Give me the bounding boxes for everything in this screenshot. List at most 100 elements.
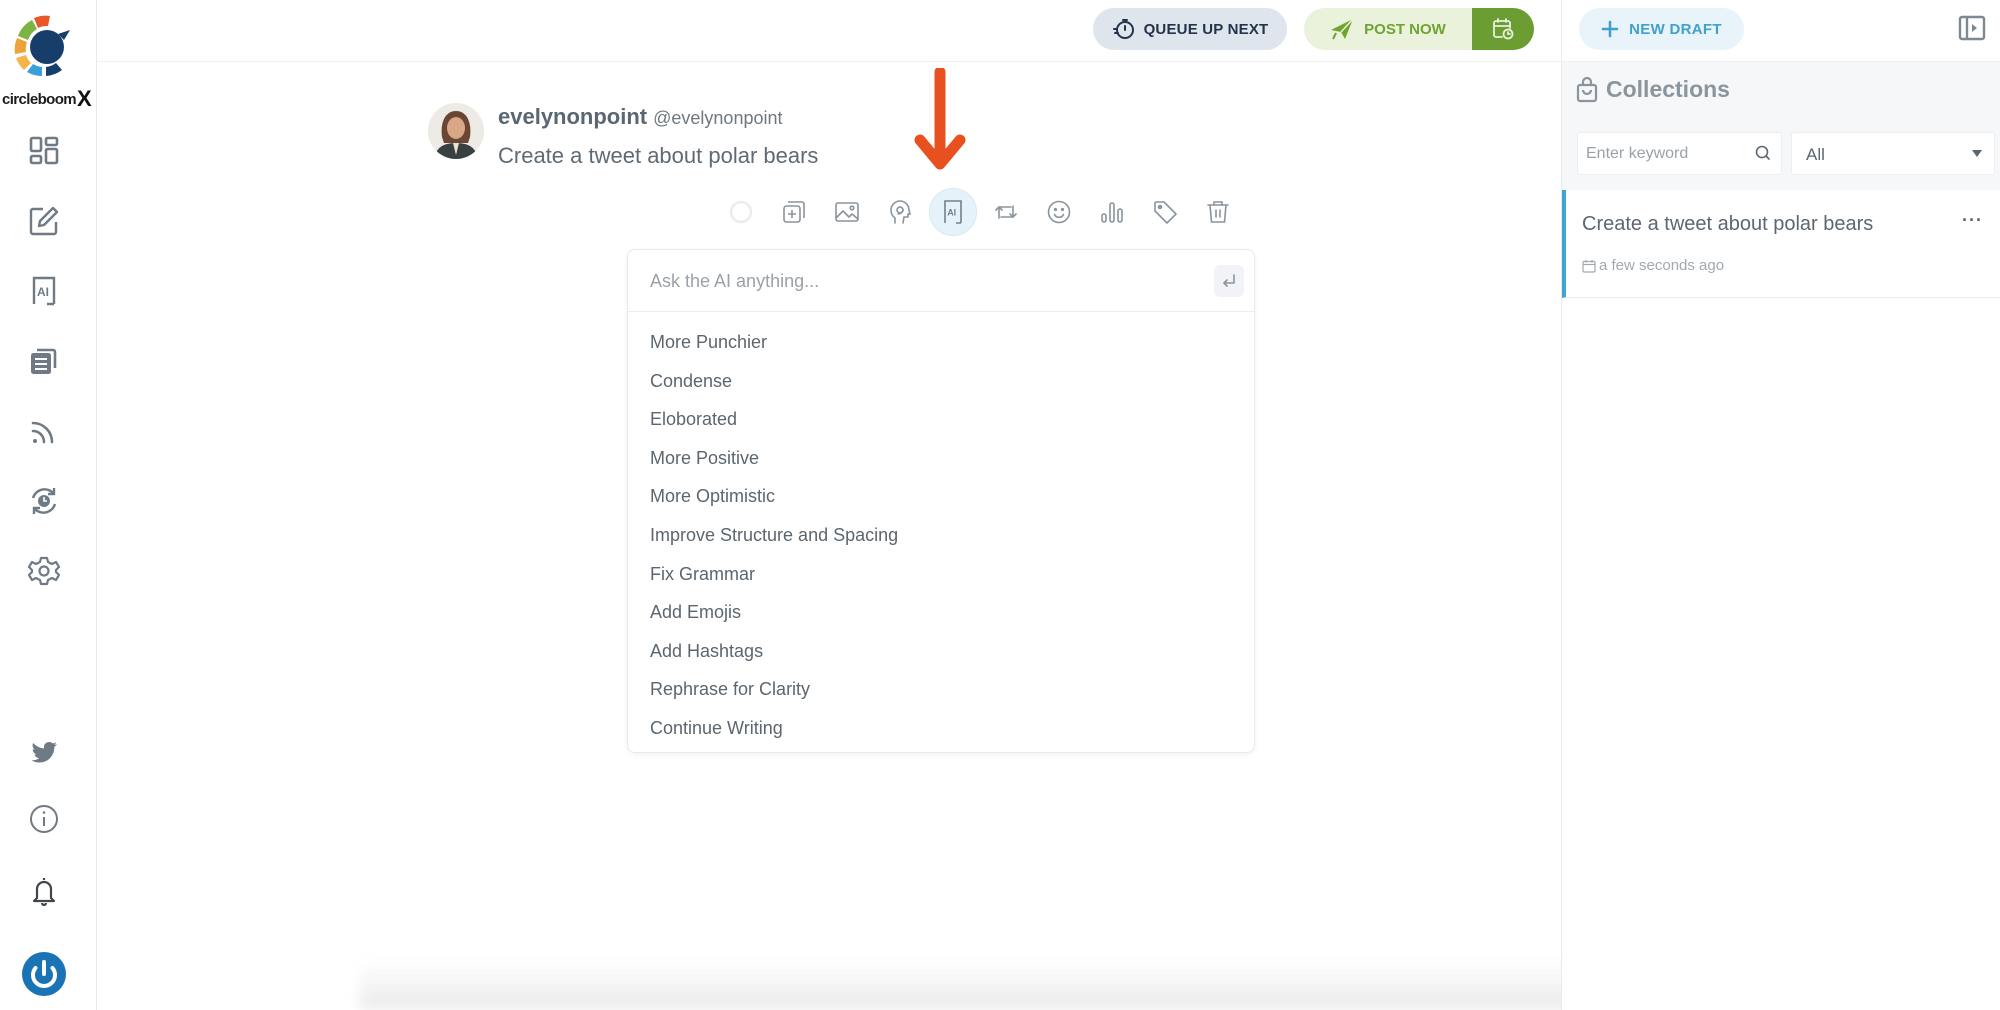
ai-assistant-panel: More Punchier Condense Eloborated More P… (627, 249, 1255, 753)
retweet-button[interactable] (979, 188, 1032, 236)
right-panel-header: NEW DRAFT (1562, 0, 2000, 62)
queue-up-next-label: QUEUE UP NEXT (1143, 20, 1269, 38)
red-arrow-annotation (914, 68, 966, 170)
add-image-button[interactable] (820, 188, 873, 236)
ai-option-continue-writing[interactable]: Continue Writing (628, 709, 1254, 748)
sidebar-item-notifications[interactable] (24, 871, 64, 911)
ai-option-add-hashtags[interactable]: Add Hashtags (628, 632, 1254, 671)
svg-text:AI: AI (947, 208, 956, 218)
ai-prompt-row (628, 250, 1254, 312)
clock-sync-icon (31, 488, 57, 514)
edit-icon (29, 206, 59, 236)
delete-button[interactable] (1191, 188, 1244, 236)
collapse-panel-button[interactable] (1958, 14, 1986, 47)
collections-header: Collections (1576, 76, 1730, 103)
tweet-text[interactable]: Create a tweet about polar bears (498, 143, 818, 169)
emoji-icon (1047, 200, 1070, 224)
keyword-search-field (1577, 132, 1782, 175)
draft-time-text: a few seconds ago (1599, 257, 1725, 274)
display-name-text: evelynonpoint (498, 104, 648, 129)
tag-icon (1153, 201, 1177, 224)
ai-option-fix-grammar[interactable]: Fix Grammar (628, 555, 1254, 594)
twitter-icon (31, 742, 57, 763)
ai-option-add-emojis[interactable]: Add Emojis (628, 593, 1254, 632)
shopping-bag-icon (1576, 76, 1598, 102)
image-icon (834, 202, 859, 222)
new-draft-button[interactable]: NEW DRAFT (1579, 8, 1744, 50)
brand-name-text: circleboom (2, 91, 77, 108)
ai-icon: AI (32, 276, 56, 306)
queue-up-next-button[interactable]: QUEUE UP NEXT (1093, 8, 1287, 50)
collections-section: Collections All (1562, 62, 2000, 190)
brand-name: circleboomX (2, 84, 92, 111)
post-now-button[interactable]: POST NOW (1304, 8, 1472, 50)
keyword-input[interactable] (1586, 133, 1746, 174)
sidebar-item-twitter[interactable] (24, 732, 64, 772)
ai-option-condense[interactable]: Condense (628, 362, 1254, 401)
composer-toolbar: AI (714, 188, 1244, 236)
sidebar-toggle-icon (1958, 15, 1986, 41)
ai-option-improve-structure[interactable]: Improve Structure and Spacing (628, 516, 1254, 555)
power-icon (22, 952, 66, 996)
sidebar-item-account[interactable] (21, 951, 67, 997)
calendar-clock-icon (1493, 18, 1514, 40)
sidebar: circleboomX AI (0, 0, 97, 1010)
top-bar: QUEUE UP NEXT POST NOW (97, 0, 1561, 62)
draft-item[interactable]: Create a tweet about polar bears a few s… (1562, 190, 2000, 298)
info-icon (30, 805, 58, 833)
sidebar-item-rss[interactable] (24, 411, 64, 451)
poll-icon (1100, 202, 1123, 223)
avatar[interactable] (428, 103, 484, 159)
schedule-button[interactable] (1472, 8, 1534, 50)
profile-photo (428, 103, 484, 159)
new-draft-label: NEW DRAFT (1629, 20, 1722, 38)
paper-plane-icon (1331, 18, 1354, 40)
poll-button[interactable] (1085, 188, 1138, 236)
add-copy-icon (782, 201, 805, 223)
ai-option-more-punchier[interactable]: More Punchier (628, 323, 1254, 362)
ai-assistant-button[interactable]: AI (926, 188, 979, 236)
ai-option-more-positive[interactable]: More Positive (628, 439, 1254, 478)
sidebar-item-compose[interactable] (24, 201, 64, 241)
post-now-label: POST NOW (1364, 20, 1446, 38)
brand-logo[interactable]: circleboomX (0, 14, 97, 111)
ai-brain-button[interactable] (873, 188, 926, 236)
retweet-icon (994, 205, 1017, 219)
emoji-button[interactable] (1032, 188, 1085, 236)
stopwatch-icon (1112, 19, 1134, 39)
display-name: evelynonpoint @evelynonpoint (498, 104, 782, 130)
progress-ring-icon (729, 200, 752, 224)
sidebar-item-dashboard[interactable] (24, 131, 64, 171)
add-thread-button[interactable] (767, 188, 820, 236)
brand-x-mark: X (77, 86, 92, 111)
character-counter (714, 188, 767, 236)
ai-prompt-input[interactable] (650, 264, 1170, 298)
ai-option-rephrase[interactable]: Rephrase for Clarity (628, 670, 1254, 709)
sidebar-item-info[interactable] (24, 799, 64, 839)
bell-icon (32, 878, 56, 907)
circleboom-logo-icon (14, 15, 70, 77)
sidebar-item-settings[interactable] (24, 551, 64, 591)
grid-icon (29, 136, 59, 165)
ai-options-list: More Punchier Condense Eloborated More P… (628, 312, 1254, 748)
submit-prompt-button[interactable] (1214, 265, 1244, 297)
post-now-group: POST NOW (1304, 8, 1534, 50)
sidebar-item-ai-writer[interactable]: AI (24, 271, 64, 311)
svg-text:AI: AI (37, 285, 49, 299)
bottom-shadow (360, 960, 1640, 1010)
search-icon[interactable] (1755, 145, 1771, 161)
trash-icon (1206, 201, 1229, 223)
ai-option-elaborated[interactable]: Eloborated (628, 400, 1254, 439)
gear-icon (27, 556, 61, 586)
enter-icon (1223, 274, 1235, 287)
brain-head-icon (889, 200, 911, 224)
collections-title: Collections (1606, 76, 1730, 102)
draft-timestamp: a few seconds ago (1582, 257, 1724, 274)
sidebar-item-drafts[interactable] (24, 341, 64, 381)
right-panel: NEW DRAFT Collections All Create (1561, 0, 2000, 1010)
sidebar-item-scheduled[interactable] (24, 481, 64, 521)
ai-option-more-optimistic[interactable]: More Optimistic (628, 477, 1254, 516)
tag-button[interactable] (1138, 188, 1191, 236)
collection-filter-select[interactable]: All (1791, 132, 1995, 175)
draft-more-options-icon[interactable]: ··· (1962, 210, 1983, 231)
